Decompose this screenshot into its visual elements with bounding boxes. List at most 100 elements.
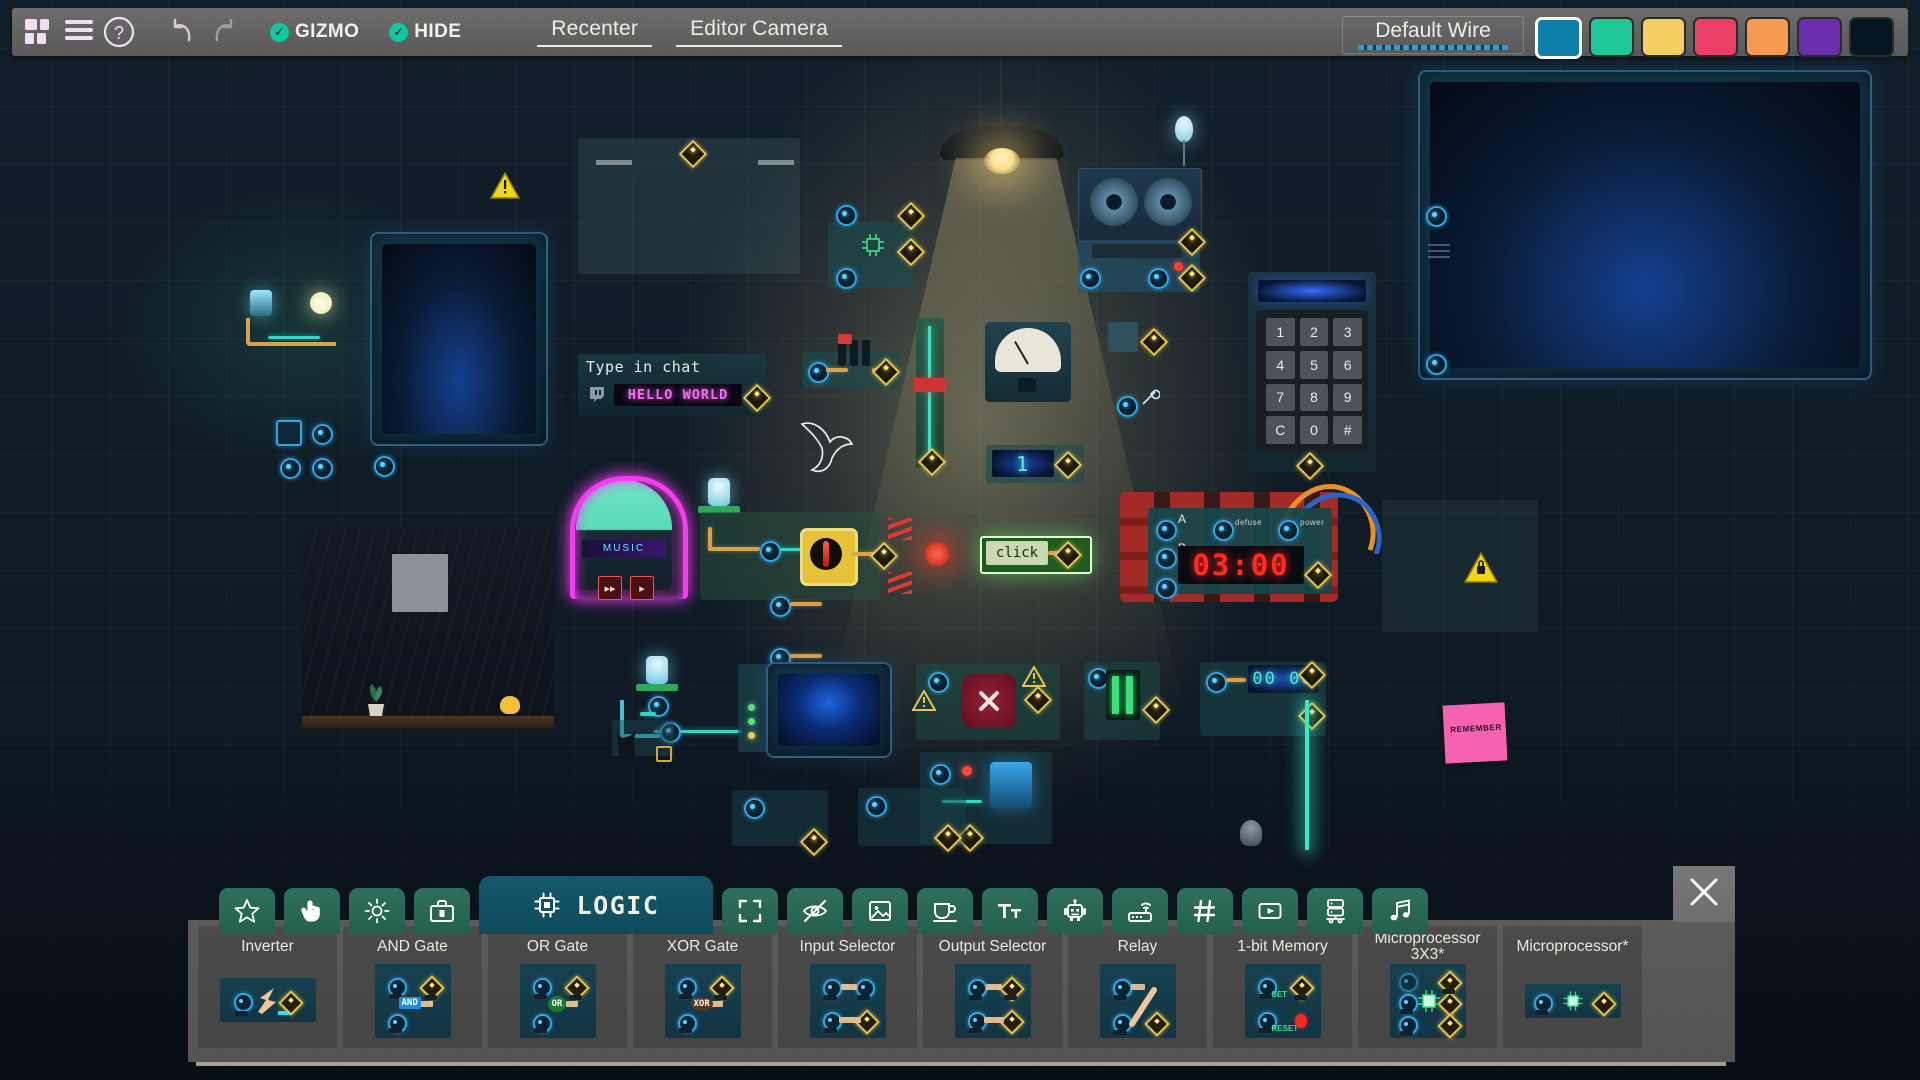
swatch-dark-navy[interactable] [1849,17,1894,57]
tab-hidden[interactable] [787,888,843,934]
palette-item-inverter[interactable]: Inverter [198,926,337,1048]
fader-handle[interactable] [914,378,946,392]
tab-favorites[interactable] [219,888,275,934]
keypad-key[interactable]: 8 [1299,383,1329,412]
palette-item-microprocessor-3x3[interactable]: Microprocessor 3X3* [1358,926,1497,1048]
keypad-key[interactable]: 6 [1333,350,1362,379]
cluster-top-in-1[interactable] [836,205,857,226]
warning-sign-top[interactable] [489,171,521,200]
tab-props[interactable] [414,888,470,934]
potted-plant[interactable] [362,682,390,718]
bottom-gadget-b-in[interactable] [866,796,887,817]
tape-in-node[interactable] [1080,268,1101,289]
bottom-left-node-3[interactable] [656,746,672,762]
chat-message[interactable]: HELLO WORLD [614,384,742,406]
cluster-top-chip[interactable] [860,232,886,258]
left-node-2[interactable] [312,458,333,479]
blue-screen[interactable] [766,662,892,758]
light-orb[interactable] [310,292,332,314]
tab-zones[interactable] [722,888,778,934]
palette-item-output-selector[interactable]: Output Selector [923,926,1062,1048]
gauge-in-node[interactable] [1117,396,1138,417]
red-indicator-lamp[interactable] [925,542,949,566]
bomb-node-b[interactable] [1156,548,1177,569]
left-node-1[interactable] [280,458,301,479]
bottom-panel-in[interactable] [930,764,951,785]
wall-tv-right[interactable] [1418,70,1872,380]
swatch-purple[interactable] [1797,17,1842,57]
tab-lighting[interactable] [349,888,405,934]
swatch-orange[interactable] [1745,17,1790,57]
keypad-key[interactable]: 1 [1266,318,1295,346]
swatch-teal-blue[interactable] [1535,17,1582,59]
cluster-top-in-2[interactable] [836,268,857,289]
tape-in-node-2[interactable] [1148,268,1169,289]
lock-warning-sign[interactable] [1463,551,1499,584]
bomb-power-node[interactable] [1278,520,1299,541]
close-palette-button[interactable] [1673,866,1735,922]
corkboard-photo[interactable] [392,554,448,612]
tab-robots[interactable] [1047,888,1103,934]
list-menu-icon[interactable] [62,15,96,49]
palette-item-microprocessor[interactable]: Microprocessor* [1503,926,1642,1048]
click-button-label[interactable]: click [986,541,1048,565]
jukebox-prev-button[interactable]: ▸▸ [598,576,622,600]
bomb-node-c[interactable] [1156,578,1177,599]
keypad-key[interactable]: # [1333,416,1362,444]
redo-arrow-icon[interactable] [206,15,240,49]
board-node-3[interactable] [770,596,791,617]
swatch-yellow[interactable] [1641,17,1686,57]
tab-music[interactable] [1372,888,1428,934]
keypad-key[interactable]: 5 [1299,350,1329,379]
tab-text[interactable] [982,888,1038,934]
palette-item-relay[interactable]: Relay [1068,926,1207,1048]
keypad-key[interactable]: 3 [1333,318,1362,346]
keypad-key[interactable]: C [1266,416,1295,444]
left-node-4[interactable] [312,424,333,445]
keypad-key[interactable]: 0 [1299,416,1329,444]
red-lever-handle[interactable] [823,541,829,567]
tab-furniture[interactable] [917,888,973,934]
palette-item-input-selector[interactable]: Input Selector [778,926,917,1048]
keypad-key[interactable]: 2 [1299,318,1329,346]
recenter-button[interactable]: Recenter [537,17,653,47]
swatch-pink-red[interactable] [1693,17,1738,57]
undo-arrow-icon[interactable] [166,15,200,49]
keypad-key[interactable]: 4 [1266,350,1295,379]
keypad-keys[interactable]: 1 2 3 4 5 6 7 8 9 C 0 # [1266,318,1362,444]
gauge-knob[interactable] [1018,378,1036,392]
tab-servers[interactable] [1307,888,1363,934]
tab-video[interactable] [1242,888,1298,934]
wall-monitor-left[interactable] [370,232,548,446]
bottom-lamp[interactable] [646,656,668,684]
switch-lever-3[interactable] [862,340,870,366]
editor-camera-button[interactable]: Editor Camera [676,17,843,47]
board-node-1[interactable] [760,541,781,562]
rubber-duck[interactable] [500,696,520,714]
lock-wall-panel[interactable] [1382,500,1538,632]
palette-item-one-bit-memory[interactable]: 1-bit Memory SET RESET [1213,926,1352,1048]
stop-button[interactable] [962,674,1016,728]
palette-item-or-gate[interactable]: OR Gate OR [488,926,627,1048]
keypad-key[interactable]: 7 [1266,383,1295,412]
mini-lamp-gadget[interactable] [708,478,730,506]
tv-node-2[interactable] [1426,354,1447,375]
bomb-defuse-node[interactable] [1213,520,1234,541]
refresh-icon-gadget[interactable] [276,420,302,446]
switch-lever-2[interactable] [850,340,858,366]
tab-network[interactable] [1112,888,1168,934]
jukebox-play-button[interactable]: ▸ [630,576,654,600]
left-node-3[interactable] [374,456,395,477]
palette-item-xor-gate[interactable]: XOR Gate XOR [633,926,772,1048]
tv-node-1[interactable] [1426,206,1447,227]
segment-in-node[interactable] [1206,672,1227,693]
tab-logic[interactable]: LOGIC [479,876,713,934]
grid-menu-icon[interactable] [22,15,56,49]
portrait-frame[interactable] [1108,322,1138,352]
default-wire-button[interactable]: Default Wire [1342,16,1524,54]
bottom-panel-blue-device[interactable] [990,762,1032,808]
tab-channels[interactable] [1177,888,1233,934]
bomb-node-a[interactable] [1156,520,1177,541]
desk-lamp-small[interactable] [250,290,272,316]
tab-interactive[interactable] [284,888,340,934]
